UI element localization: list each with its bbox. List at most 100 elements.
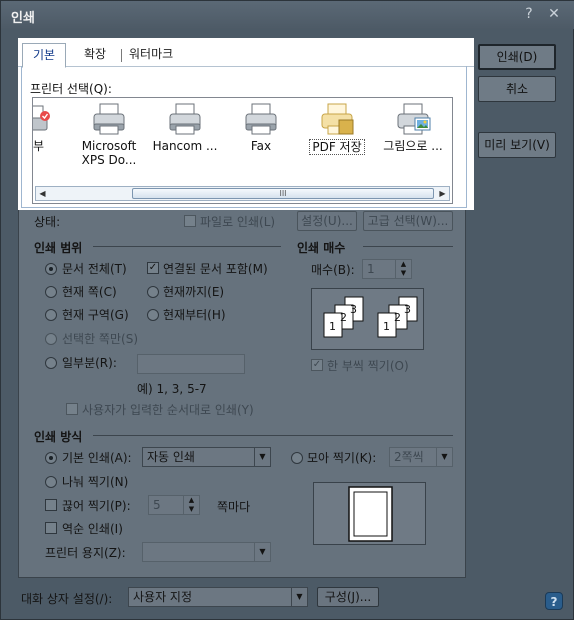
- page-number-1a: 1: [329, 320, 336, 333]
- cut-print-input[interactable]: 5 ▲ ▼: [148, 495, 200, 515]
- linked-docs-label: 연결된 문서 포함(M): [163, 262, 268, 276]
- until-current-radio[interactable]: [147, 286, 159, 298]
- basic-print-label: 기본 인쇄(A):: [62, 451, 132, 465]
- printer-name-3: Fax: [250, 139, 272, 153]
- printer-icon: [169, 103, 201, 135]
- paper-label: 프린터 용지(Z):: [45, 546, 126, 560]
- page-preview: [313, 482, 426, 545]
- highlight-region: 기본 확장 워터마크 프린터 선택(Q): 집부: [18, 38, 474, 210]
- print-range-title: 인쇄 범위: [34, 241, 83, 255]
- from-current-label: 현재부터(H): [163, 308, 226, 322]
- basic-print-value: 자동 인쇄: [147, 450, 195, 464]
- print-to-file-label: 파일로 인쇄(L): [200, 215, 276, 229]
- copies-spinner-icon[interactable]: ▲ ▼: [395, 260, 411, 278]
- current-page-radio[interactable]: [45, 286, 57, 298]
- scroll-thumb[interactable]: III: [132, 188, 434, 199]
- configure-button[interactable]: 구성(J)...: [317, 587, 379, 607]
- print-method-divider: [93, 435, 453, 436]
- print-range-divider: [93, 246, 281, 247]
- current-section-label: 현재 구역(G): [62, 308, 129, 322]
- printer-name-4: PDF 저장: [309, 139, 365, 155]
- fax-printer-icon: [245, 103, 277, 135]
- copies-title: 인쇄 매수: [297, 241, 346, 255]
- cut-print-checkbox[interactable]: [45, 499, 57, 511]
- preview-button[interactable]: 미리 보기(V): [478, 132, 556, 158]
- current-page-label: 현재 쪽(C): [62, 285, 117, 299]
- cut-print-label: 끊어 찍기(P):: [62, 499, 131, 513]
- tab-separator: [121, 49, 122, 62]
- gather-print-select[interactable]: 2쪽씩 ▼: [389, 447, 453, 467]
- selected-pages-label: 선택한 쪽만(S): [62, 332, 138, 346]
- collate-checkbox[interactable]: ✓: [311, 359, 323, 371]
- printer-item-5[interactable]: 그림으로 ...: [373, 102, 452, 153]
- selected-pages-radio[interactable]: [45, 333, 57, 345]
- basic-print-select[interactable]: 자동 인쇄 ▼: [142, 447, 271, 467]
- chevron-down-icon: ▼: [436, 448, 452, 466]
- page-number-3a: 3: [350, 303, 357, 316]
- partial-label: 일부분(R):: [62, 356, 117, 370]
- close-icon[interactable]: ✕: [546, 6, 562, 22]
- printer-item-3[interactable]: Fax: [221, 102, 301, 153]
- chevron-down-icon: ▼: [254, 543, 270, 561]
- printer-item-2[interactable]: Hancom ...: [145, 102, 225, 153]
- printer-name-1: Microsoft XPS Do...: [81, 139, 137, 167]
- paper-select[interactable]: ▼: [142, 542, 271, 562]
- split-print-radio[interactable]: [45, 476, 57, 488]
- page-number-3b: 3: [404, 303, 411, 316]
- tab-basic[interactable]: 기본: [22, 43, 67, 68]
- partial-pages-input[interactable]: [137, 354, 245, 374]
- dialog-settings-value: 사용자 지정: [133, 590, 193, 604]
- per-page-label: 쪽마다: [217, 500, 251, 514]
- collate-label: 한 부씩 찍기(O): [327, 359, 409, 373]
- dialog-settings-select[interactable]: 사용자 지정 ▼: [128, 587, 308, 607]
- printer-name-2: Hancom ...: [152, 139, 218, 153]
- user-order-checkbox[interactable]: [66, 403, 78, 415]
- basic-print-radio[interactable]: [45, 452, 57, 464]
- settings-button[interactable]: 설정(U)...: [297, 211, 357, 231]
- collate-preview: 3 2 1 3 2 1: [311, 288, 424, 350]
- printer-icon: [93, 103, 125, 135]
- whole-doc-radio[interactable]: [45, 263, 57, 275]
- chevron-down-icon: ▼: [254, 448, 270, 466]
- printer-partial-icon: [33, 105, 50, 131]
- current-section-radio[interactable]: [45, 309, 57, 321]
- gather-print-radio[interactable]: [291, 452, 303, 464]
- scroll-left-icon[interactable]: ◀: [36, 187, 49, 200]
- from-current-radio[interactable]: [147, 309, 159, 321]
- partial-radio[interactable]: [45, 357, 57, 369]
- copies-divider: [363, 246, 453, 247]
- cancel-button[interactable]: 취소: [478, 76, 556, 102]
- help-circle-icon[interactable]: ?: [545, 592, 563, 610]
- copies-count-value: 1: [367, 262, 375, 276]
- linked-docs-checkbox[interactable]: ✓: [147, 262, 159, 274]
- print-to-file-checkbox[interactable]: [184, 215, 196, 227]
- user-order-label: 사용자가 입력한 순서대로 인쇄(Y): [82, 403, 254, 417]
- reverse-print-checkbox[interactable]: [45, 522, 57, 534]
- page-number-2b: 2: [394, 311, 401, 324]
- printer-select-label: 프린터 선택(Q):: [30, 82, 112, 96]
- pdf-printer-icon: [321, 103, 354, 135]
- copies-count-label: 매수(B):: [311, 263, 355, 277]
- print-button[interactable]: 인쇄(D): [478, 44, 556, 70]
- collate-pages-illustration: 3 2 1 3 2 1: [323, 296, 418, 338]
- horizontal-scrollbar[interactable]: ◀ III ▶: [35, 186, 450, 201]
- reverse-print-label: 역순 인쇄(I): [62, 522, 123, 536]
- window-title: 인쇄: [11, 11, 35, 26]
- help-icon[interactable]: ?: [521, 6, 537, 22]
- printer-item-0[interactable]: 집부: [33, 102, 73, 153]
- until-current-label: 현재까지(E): [163, 285, 225, 299]
- scroll-right-icon[interactable]: ▶: [436, 187, 449, 200]
- printer-item-1[interactable]: Microsoft XPS Do...: [69, 102, 149, 167]
- split-print-label: 나눠 찍기(N): [62, 475, 129, 489]
- printer-list[interactable]: 집부 Microsoft XPS Do...: [32, 97, 453, 204]
- image-printer-icon: [397, 103, 431, 135]
- printer-item-4[interactable]: PDF 저장: [297, 102, 377, 155]
- page-layout-illustration: [348, 486, 393, 542]
- cut-spinner-icon[interactable]: ▲ ▼: [183, 496, 199, 514]
- advanced-button[interactable]: 고급 선택(W)...: [363, 211, 453, 231]
- cut-print-value: 5: [153, 498, 161, 512]
- tab-extended[interactable]: 확장: [84, 43, 106, 67]
- copies-count-input[interactable]: 1 ▲ ▼: [362, 259, 412, 279]
- tab-watermark[interactable]: 워터마크: [129, 43, 173, 67]
- title-bar: 인쇄 ? ✕: [1, 1, 574, 29]
